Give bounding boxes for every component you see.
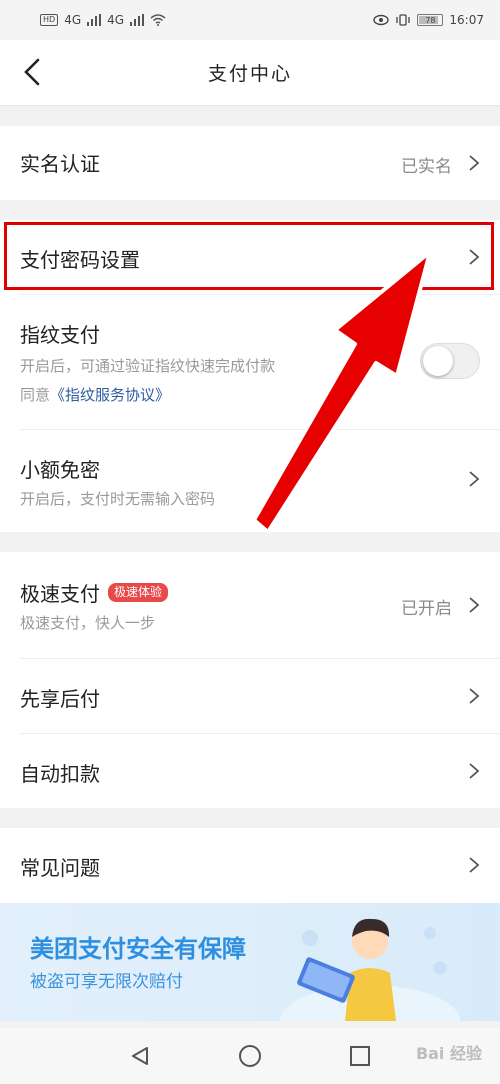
section-faq: 常见问题 — [0, 828, 500, 903]
fingerprint-label: 指纹支付 — [20, 323, 100, 347]
fingerprint-row: 指纹支付 开启后，可通过验证指纹快速完成付款 同意《指纹服务协议》 — [0, 295, 500, 430]
banner-subtitle: 被盗可享无限次赔付 — [30, 972, 183, 992]
auto-deduct-row[interactable]: 自动扣款 — [0, 734, 500, 808]
network2-label: 4G — [107, 13, 125, 27]
status-bar: HD 4G 4G 78 16:07 — [0, 0, 500, 40]
battery-icon: 78 — [417, 14, 444, 26]
chevron-right-icon — [469, 471, 480, 487]
network-label: 4G — [64, 13, 82, 27]
auto-deduct-label: 自动扣款 — [20, 762, 100, 786]
page-title: 支付中心 — [207, 63, 292, 85]
signal2-icon — [130, 14, 145, 26]
section-fastpay: 极速支付 极速体验 极速支付，快人一步 已开启 先享后付 自动扣款 — [0, 552, 500, 808]
fast-pay-title: 极速支付 极速体验 — [20, 578, 169, 607]
fingerprint-agreement-link[interactable]: 《指纹服务协议》 — [50, 386, 170, 404]
fingerprint-agreement: 同意《指纹服务协议》 — [20, 384, 170, 405]
hd-icon: HD — [40, 14, 59, 26]
fingerprint-desc: 开启后，可通过验证指纹快速完成付款 — [20, 357, 276, 375]
chevron-right-icon — [469, 597, 480, 613]
banner-illustration — [280, 918, 460, 1021]
realname-label: 实名认证 — [20, 152, 100, 176]
fast-pay-label: 极速支付 — [20, 582, 100, 606]
chevron-right-icon — [469, 155, 480, 171]
title-bar: 支付中心 — [0, 40, 500, 106]
back-button[interactable] — [14, 54, 50, 90]
toggle-knob — [423, 346, 453, 376]
pay-later-row[interactable]: 先享后付 — [0, 659, 500, 733]
clock: 16:07 — [449, 13, 484, 27]
small-free-label: 小额免密 — [20, 458, 100, 482]
fast-pay-value: 已开启 — [401, 599, 452, 619]
chevron-right-icon — [469, 857, 480, 873]
nav-recents-button[interactable] — [345, 1041, 375, 1071]
highlight-box — [4, 222, 494, 290]
nav-home-button[interactable] — [235, 1041, 265, 1071]
watermark: Bai 经验 — [415, 1044, 482, 1063]
small-free-desc: 开启后，支付时无需输入密码 — [20, 490, 216, 508]
vibrate-icon — [396, 14, 411, 26]
fingerprint-toggle[interactable] — [420, 343, 480, 379]
banner-title: 美团支付安全有保障 — [30, 935, 246, 963]
fast-pay-badge: 极速体验 — [108, 583, 169, 602]
realname-row[interactable]: 实名认证 已实名 — [0, 126, 500, 200]
circle-home-icon — [239, 1045, 261, 1067]
faq-row[interactable]: 常见问题 — [0, 828, 500, 903]
chevron-left-icon — [24, 58, 40, 86]
fast-pay-row[interactable]: 极速支付 极速体验 极速支付，快人一步 已开启 — [0, 552, 500, 658]
section-realname: 实名认证 已实名 — [0, 126, 500, 200]
square-recents-icon — [350, 1046, 370, 1066]
wifi-icon — [150, 14, 166, 26]
faq-label: 常见问题 — [20, 856, 100, 880]
realname-value: 已实名 — [401, 157, 452, 177]
security-banner[interactable]: 美团支付安全有保障 被盗可享无限次赔付 — [0, 903, 500, 1021]
chevron-right-icon — [469, 763, 480, 779]
chevron-right-icon — [469, 688, 480, 704]
eye-icon — [373, 14, 390, 26]
agree-prefix: 同意 — [20, 386, 51, 404]
triangle-back-icon — [132, 1047, 148, 1065]
fast-pay-desc: 极速支付，快人一步 — [20, 614, 156, 632]
pay-later-label: 先享后付 — [20, 687, 100, 711]
small-free-row[interactable]: 小额免密 开启后，支付时无需输入密码 — [0, 430, 500, 532]
nav-back-button[interactable] — [125, 1041, 155, 1071]
signal-icon — [87, 14, 102, 26]
